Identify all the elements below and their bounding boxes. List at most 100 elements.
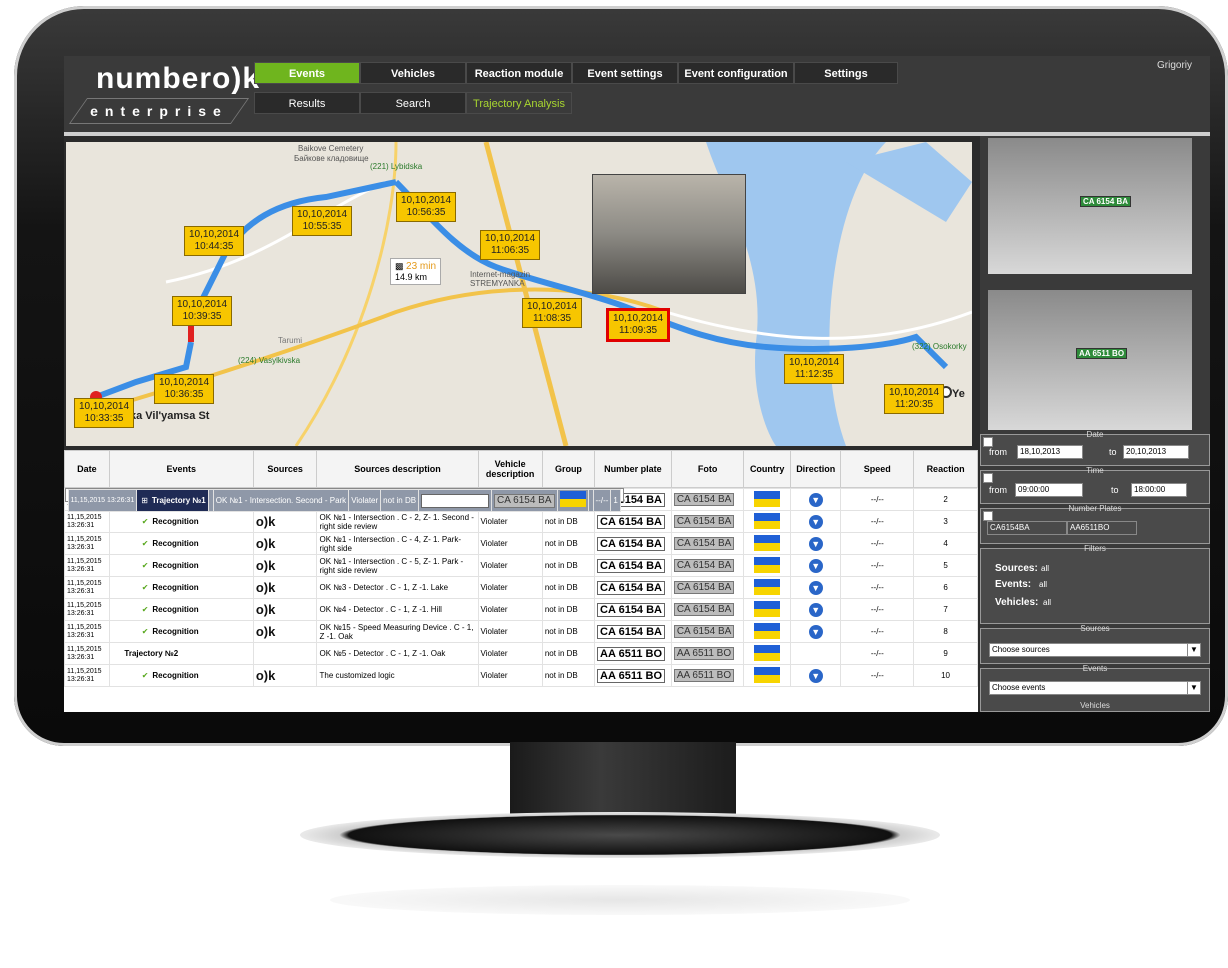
event-label[interactable]: Recognition xyxy=(152,561,198,570)
map-label: Ye xyxy=(952,388,965,400)
cell-country xyxy=(743,554,791,577)
map-marker[interactable]: 10,10,2014 10:39:35 xyxy=(172,296,233,326)
table-row[interactable]: 11,15,2015 13:26:31 ✔ Recognition o)k The cu… xyxy=(64,664,978,687)
col-foto[interactable]: Foto xyxy=(670,450,745,488)
col-sources-description[interactable]: Sources description xyxy=(316,450,479,488)
map-marker[interactable]: 10,10,2014 11:12:35 xyxy=(784,354,845,384)
col-speed[interactable]: Speed xyxy=(840,450,915,488)
plate-photo[interactable]: CA 6154 BA xyxy=(673,625,735,638)
map-marker[interactable]: 10,10,2014 10:44:35 xyxy=(184,226,245,256)
cell-speed: --/-- xyxy=(840,598,915,621)
tab-event-settings[interactable]: Event settings xyxy=(572,62,678,84)
events-select[interactable]: Choose events xyxy=(989,681,1191,695)
map-marker[interactable]: 10,10,2014 10:56:35 xyxy=(396,192,457,222)
map-marker[interactable]: 10,10,2014 11:06:35 xyxy=(480,230,541,260)
events-dropdown-icon[interactable]: ▼ xyxy=(1187,681,1201,695)
col-country[interactable]: Country xyxy=(743,450,791,488)
cell-reaction: 3 xyxy=(913,510,978,533)
cell-speed: --/-- xyxy=(592,489,612,512)
table-row[interactable]: 11,15,2015 13:26:31 ✔ Recognition o)k OK №4 … xyxy=(64,598,978,621)
col-group[interactable]: Group xyxy=(541,450,596,488)
plate-photo[interactable]: CA 6154 BA xyxy=(673,559,735,572)
route-info: ▩ 23 min 14.9 km xyxy=(390,258,442,285)
sources-select[interactable]: Choose sources xyxy=(989,643,1191,657)
logo-subtitle-text: enterprise xyxy=(90,103,228,119)
date-from-input[interactable]: 18,10,2013 xyxy=(1017,445,1083,459)
table-row[interactable]: 11,15,2015 13:26:31✔Recognitiono)kOK №1 … xyxy=(64,554,978,577)
event-label[interactable]: Recognition xyxy=(152,605,198,614)
plate-photo[interactable]: CA 6154 BA xyxy=(673,603,735,616)
camera-snapshot[interactable] xyxy=(592,174,746,294)
number-plate: CA 6154 BA xyxy=(597,558,665,573)
map-marker[interactable]: 10,10,2014 11:08:35 xyxy=(522,298,583,328)
col-vehicle-description[interactable]: Vehicle description xyxy=(477,450,543,488)
tab-reaction-module[interactable]: Reaction module xyxy=(466,62,572,84)
cell-source: o)k xyxy=(252,554,318,577)
cell-plate: AA 6511 BO xyxy=(594,664,672,687)
cell-vehicle: Violater xyxy=(477,620,543,643)
plate-photo[interactable]: CA 6154 BA xyxy=(673,581,735,594)
vehicles-panel-label: Vehicles xyxy=(1080,701,1110,710)
event-label[interactable]: Trajectory №1 xyxy=(152,496,206,505)
plate-chip-1[interactable]: CA6154BA xyxy=(987,521,1067,535)
event-label[interactable]: Trajectory №2 xyxy=(124,649,178,658)
table-row[interactable]: 11,15,2015 13:26:31✔Recognitiono)kOK №1 … xyxy=(64,532,978,555)
cell-vehicle: Violater xyxy=(348,489,382,512)
plate-chip-2[interactable]: AA6511BO xyxy=(1067,521,1137,535)
events-table: Date Events Sources Sources description … xyxy=(64,450,978,712)
tab-event-configuration[interactable]: Event configuration xyxy=(678,62,794,84)
sources-dropdown-icon[interactable]: ▼ xyxy=(1187,643,1201,657)
table-row[interactable]: 11,15,2015 13:26:31 ✔ Recognition o)k OK №3 … xyxy=(64,576,978,599)
table-row[interactable]: 11,15,2015 13:26:31 ⊞ Trajectory №2 OK №5 -… xyxy=(64,642,978,665)
event-label[interactable]: Recognition xyxy=(152,583,198,592)
col-date[interactable]: Date xyxy=(64,450,110,488)
tab-settings[interactable]: Settings xyxy=(794,62,898,84)
subtab-search[interactable]: Search xyxy=(360,92,466,114)
date-to-input[interactable]: 20,10,2013 xyxy=(1123,445,1189,459)
map-marker[interactable]: 10,10,2014 11:20:35 xyxy=(884,384,945,414)
col-sources[interactable]: Sources xyxy=(252,450,318,488)
tab-vehicles[interactable]: Vehicles xyxy=(360,62,466,84)
subtab-results[interactable]: Results xyxy=(254,92,360,114)
map-marker[interactable]: 10,10,2014 10:55:35 xyxy=(292,206,353,236)
direction-arrow-icon: ▼ xyxy=(808,602,823,617)
col-direction[interactable]: Direction xyxy=(789,450,842,488)
filter-vehicles-value[interactable]: all xyxy=(1043,598,1051,607)
map-marker[interactable]: 10,10,2014 10:33:35 xyxy=(74,398,135,428)
table-row[interactable]: 11,15,2015 13:26:31 ⊞ Trajectory №1 OK №1 -… xyxy=(64,488,624,512)
plate-photo[interactable]: AA 6511 BO xyxy=(673,669,735,682)
date-from-label: from xyxy=(989,447,1007,457)
check-icon: ✔ xyxy=(141,605,149,614)
ukraine-flag-icon xyxy=(754,512,781,529)
table-row[interactable]: 11,15,2015 13:26:31 ✔ Recognition o)k OK №15… xyxy=(64,620,978,643)
plates-filter-panel: Number Plates CA6154BA AA6511BO xyxy=(980,504,1210,544)
camera-image-2[interactable]: AA 6511 BO xyxy=(988,290,1192,430)
user-name[interactable]: Grigoriy xyxy=(1157,60,1192,71)
tab-events[interactable]: Events xyxy=(254,62,360,84)
event-label[interactable]: Recognition xyxy=(152,517,198,526)
cell-country xyxy=(743,488,791,511)
event-label[interactable]: Recognition xyxy=(152,627,198,636)
time-from-input[interactable]: 09:00:00 xyxy=(1015,483,1083,497)
col-number-plate[interactable]: Number plate xyxy=(594,450,672,488)
camera-image-1[interactable]: CA 6154 BA xyxy=(988,138,1192,274)
plate-photo[interactable]: CA 6154 BA xyxy=(673,537,735,550)
table-row[interactable]: 11,15,2015 13:26:31✔Recognitiono)kOK №1 … xyxy=(64,510,978,533)
subtab-trajectory-analysis[interactable]: Trajectory Analysis xyxy=(466,92,572,114)
cell-group: not in DB xyxy=(541,510,596,533)
plate-photo[interactable]: CA 6154 BA xyxy=(673,493,735,506)
time-to-input[interactable]: 18:00:00 xyxy=(1131,483,1187,497)
trajectory-map[interactable]: Baikove Cemetery Байкове кладовище (221)… xyxy=(66,142,972,446)
map-marker-selected[interactable]: 10,10,2014 11:09:35 xyxy=(606,308,671,342)
event-label[interactable]: Recognition xyxy=(152,671,198,680)
plate-photo[interactable]: CA 6154 BA xyxy=(673,515,735,528)
col-events[interactable]: Events xyxy=(108,450,254,488)
monitor-frame: numbero)k enterprise Events Vehicles Rea… xyxy=(14,6,1228,746)
filter-events-value[interactable]: all xyxy=(1039,580,1047,589)
event-label[interactable]: Recognition xyxy=(152,539,198,548)
filter-sources-value[interactable]: all xyxy=(1041,564,1049,573)
plate-photo[interactable]: AA 6511 BO xyxy=(673,647,735,660)
plate-photo[interactable]: CA 6154 BA xyxy=(494,493,555,508)
col-reaction[interactable]: Reaction xyxy=(913,450,978,488)
map-marker[interactable]: 10,10,2014 10:36:35 xyxy=(154,374,215,404)
